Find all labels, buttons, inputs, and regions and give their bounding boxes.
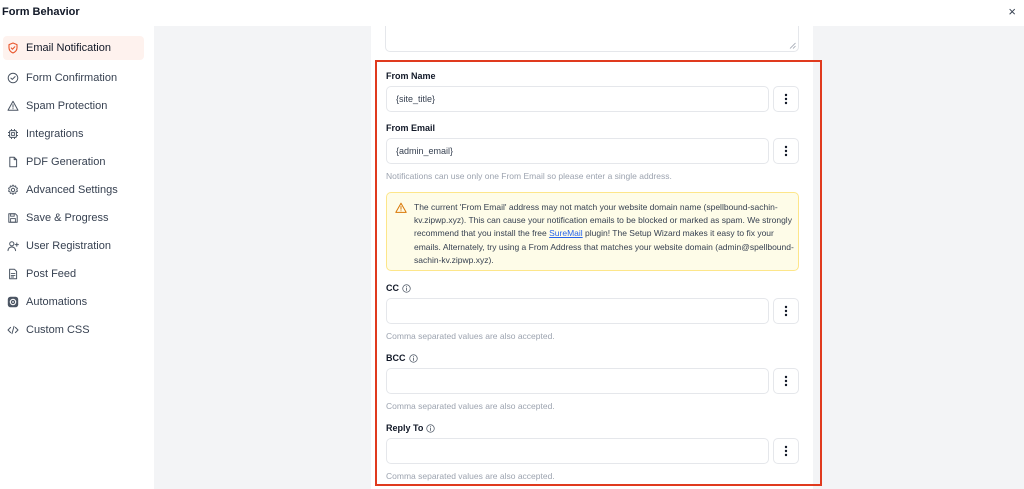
sidebar-item-label: PDF Generation (26, 156, 106, 168)
reply-to-label-text: Reply To (386, 423, 424, 433)
from-email-help-text: Notifications can use only one From Emai… (386, 171, 672, 181)
warning-triangle-icon (7, 100, 19, 112)
resize-handle-icon[interactable] (789, 42, 796, 49)
save-icon (7, 212, 19, 224)
user-plus-icon (7, 240, 19, 252)
sidebar-item-label: Email Notification (26, 42, 111, 54)
reply-to-input[interactable] (386, 438, 769, 464)
bcc-input[interactable] (386, 368, 769, 394)
sidebar-item-label: Custom CSS (26, 324, 90, 336)
cc-label-text: CC (386, 283, 399, 293)
document-icon (7, 156, 19, 168)
reply-to-more-button[interactable] (773, 438, 799, 464)
sidebar-item-label: Integrations (26, 128, 84, 140)
warning-triangle-icon (395, 202, 407, 213)
from-email-input[interactable]: {admin_email} (386, 138, 769, 164)
sidebar-item-label: Advanced Settings (26, 184, 118, 196)
close-icon[interactable]: × (1008, 5, 1016, 18)
sidebar-item-form-confirmation[interactable]: Form Confirmation (3, 66, 144, 90)
sidebar-item-email-notification[interactable]: Email Notification (3, 36, 144, 60)
cc-help-text: Comma separated values are also accepted… (386, 331, 555, 341)
sidebar-item-pdf-generation[interactable]: PDF Generation (3, 150, 144, 174)
from-name-more-button[interactable] (773, 86, 799, 112)
reply-to-label: Reply To (386, 423, 435, 433)
from-name-label: From Name (386, 71, 436, 81)
more-vertical-icon (784, 445, 788, 457)
sidebar-item-label: User Registration (26, 240, 111, 252)
cc-label: CC (386, 283, 411, 293)
info-icon[interactable] (426, 423, 435, 433)
sidebar-item-spam-protection[interactable]: Spam Protection (3, 94, 144, 118)
gear-icon (7, 184, 19, 196)
modal-header: Form Behavior × (0, 0, 1024, 26)
from-email-label-text: From Email (386, 123, 436, 133)
cc-more-button[interactable] (773, 298, 799, 324)
sidebar-item-custom-css[interactable]: Custom CSS (3, 318, 144, 342)
more-vertical-icon (784, 145, 788, 157)
bcc-label: BCC (386, 353, 418, 363)
from-name-input[interactable]: {site_title} (386, 86, 769, 112)
sidebar-item-label: Spam Protection (26, 100, 108, 112)
sidebar-item-label: Save & Progress (26, 212, 109, 224)
sidebar-item-save-progress[interactable]: Save & Progress (3, 206, 144, 230)
check-circle-icon (7, 72, 19, 84)
reply-to-help-text: Comma separated values are also accepted… (386, 471, 555, 481)
from-name-label-text: From Name (386, 71, 436, 81)
from-email-more-button[interactable] (773, 138, 799, 164)
bcc-help-text: Comma separated values are also accepted… (386, 401, 555, 411)
bcc-more-button[interactable] (773, 368, 799, 394)
warning-message: The current 'From Email' address may not… (414, 201, 794, 267)
sidebar-item-user-registration[interactable]: User Registration (3, 234, 144, 258)
chip-icon (7, 128, 19, 140)
modal-title: Form Behavior (2, 6, 80, 18)
from-email-warning-notice: The current 'From Email' address may not… (386, 192, 799, 271)
more-vertical-icon (784, 375, 788, 387)
sidebar-item-post-feed[interactable]: Post Feed (3, 262, 144, 286)
info-icon[interactable] (408, 353, 418, 363)
sidebar-item-advanced-settings[interactable]: Advanced Settings (3, 178, 144, 202)
from-email-label: From Email (386, 123, 435, 133)
cc-input[interactable] (386, 298, 769, 324)
sidebar-item-label: Post Feed (26, 268, 77, 280)
automation-icon (7, 296, 19, 308)
suremail-link[interactable]: SureMail (549, 228, 583, 238)
sidebar-item-integrations[interactable]: Integrations (3, 122, 144, 146)
sidebar-item-automations[interactable]: Automations (3, 290, 144, 314)
more-vertical-icon (784, 305, 788, 317)
message-textarea[interactable] (385, 26, 799, 52)
page-icon (7, 268, 19, 280)
info-icon[interactable] (402, 283, 411, 293)
bcc-label-text: BCC (386, 353, 406, 363)
shield-icon (7, 42, 19, 54)
code-icon (7, 324, 19, 336)
sidebar-item-label: Automations (26, 296, 88, 308)
sidebar-item-label: Form Confirmation (26, 72, 118, 84)
sidebar: Email Notification Form Confirmation Spa… (0, 26, 154, 489)
more-vertical-icon (784, 93, 788, 105)
